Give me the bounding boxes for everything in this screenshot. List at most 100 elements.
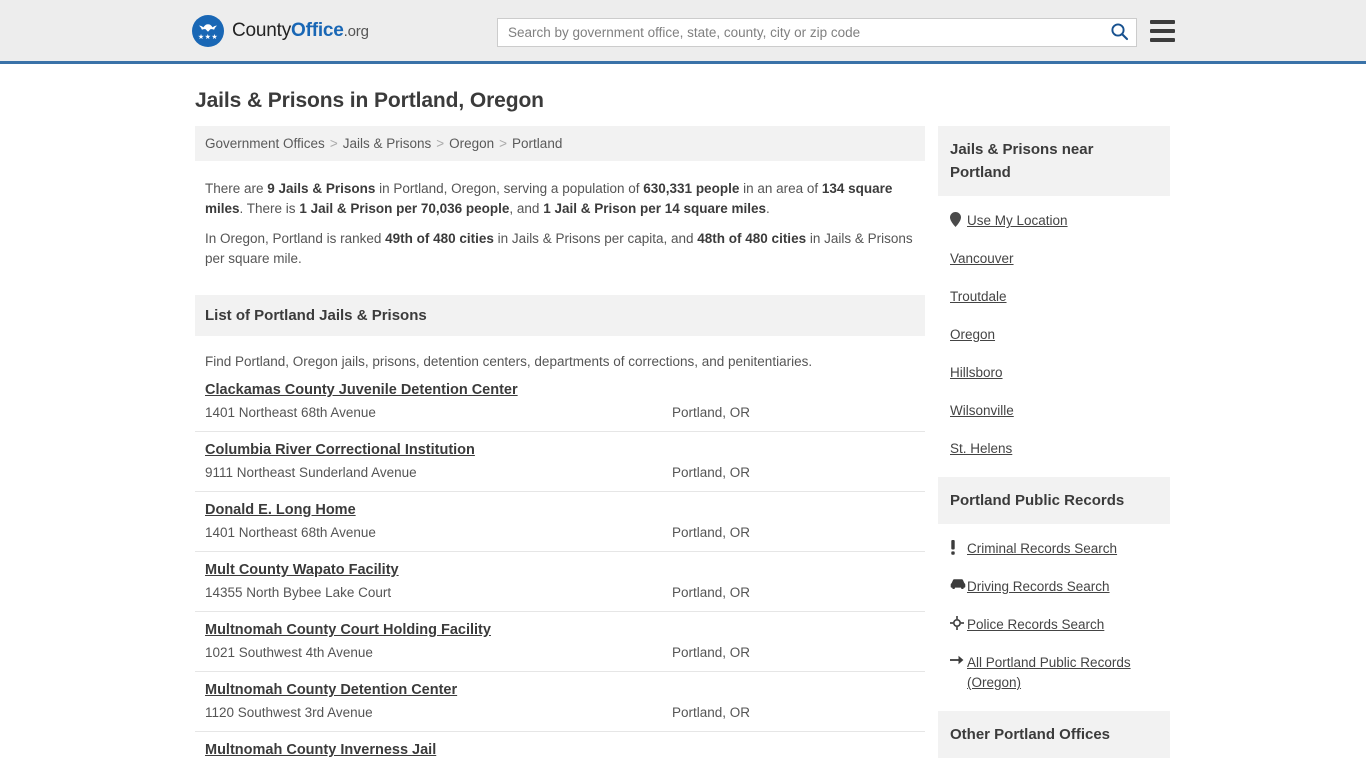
listing-detail-row: 1021 Southwest 4th Avenue Portland, OR: [205, 645, 915, 660]
intro-text-run: There are: [205, 181, 268, 196]
listing-item: Multnomah County Inverness Jail: [195, 732, 925, 768]
sidebar-near-item-link[interactable]: Wilsonville: [950, 392, 1170, 430]
sidebar-near-item-link[interactable]: Troutdale: [950, 278, 1170, 316]
listing-name-link[interactable]: Columbia River Correctional Institution: [205, 442, 475, 458]
breadcrumb-item-1[interactable]: Government Offices: [205, 136, 325, 151]
sidebar-records-item-label: Criminal Records Search: [967, 541, 1118, 556]
listing-detail-row: 1120 Southwest 3rd Avenue Portland, OR: [205, 705, 915, 720]
breadcrumb-item-3[interactable]: Oregon: [449, 136, 494, 151]
listing-name-link[interactable]: Multnomah County Inverness Jail: [205, 742, 436, 758]
breadcrumb-separator: >: [499, 136, 508, 151]
sidebar-records-item-link[interactable]: Driving Records Search: [950, 568, 1170, 606]
listing-address: 1401 Northeast 68th Avenue: [205, 525, 376, 540]
eagle-icon: [198, 23, 218, 33]
listing-item: Multnomah County Court Holding Facility 1…: [195, 612, 925, 672]
sidebar-records-item-link[interactable]: Police Records Search: [950, 606, 1170, 644]
listing-city-state: Portland, OR: [672, 465, 751, 480]
search-bar[interactable]: [497, 18, 1137, 47]
sidebar-near-item-label: Troutdale: [950, 289, 1007, 304]
hamburger-line-1: [1150, 20, 1175, 24]
intro-text-run: , and: [509, 201, 544, 216]
sidebar-records-item-label: Police Records Search: [967, 617, 1105, 632]
sidebar-other-item-link[interactable]: Border Patrol Offices: [950, 764, 1170, 768]
intro-text-run: in Jails & Prisons per capita, and: [493, 231, 698, 246]
two-column-layout: Government Offices > Jails & Prisons > Orego…: [195, 126, 1171, 768]
intro-highlight: 1 Jail & Prison per 70,036 people: [299, 201, 510, 216]
sidebar-records-heading: Portland Public Records: [938, 477, 1170, 524]
page-title: Jails & Prisons in Portland, Oregon: [195, 89, 544, 112]
breadcrumb-item-4[interactable]: Portland: [512, 136, 562, 151]
listing-address: 1021 Southwest 4th Avenue: [205, 645, 373, 660]
breadcrumb-separator: >: [436, 136, 445, 151]
breadcrumb-item-2[interactable]: Jails & Prisons: [343, 136, 432, 151]
breadcrumb-separator: >: [329, 136, 338, 151]
listing-city-state: Portland, OR: [672, 645, 751, 660]
hamburger-line-2: [1150, 29, 1175, 33]
listing-detail-row: 1401 Northeast 68th Avenue Portland, OR: [205, 405, 915, 420]
sidebar-records-item-label: All Portland Public Records (Oregon): [967, 655, 1131, 690]
site-logo[interactable]: ★★★ CountyOffice.org: [192, 14, 369, 47]
listing-address: 1401 Northeast 68th Avenue: [205, 405, 376, 420]
sidebar-other-heading: Other Portland Offices: [938, 711, 1170, 758]
listing-item: Mult County Wapato Facility 14355 North B…: [195, 552, 925, 612]
site-header: ★★★ CountyOffice.org: [0, 0, 1366, 64]
search-icon: [1110, 22, 1129, 44]
listing-name-link[interactable]: Multnomah County Court Holding Facility: [205, 622, 491, 638]
listing-item: Clackamas County Juvenile Detention Cent…: [195, 377, 925, 432]
sidebar-near-item-link[interactable]: St. Helens: [950, 430, 1170, 468]
sidebar-near-item-link[interactable]: Vancouver: [950, 240, 1170, 278]
police-badge-icon: [950, 616, 967, 630]
intro-paragraph-1: There are 9 Jails & Prisons in Portland,…: [205, 179, 915, 219]
countyoffice-eagle-logo-icon: ★★★: [192, 14, 224, 47]
intro-highlight: 48th of 480 cities: [697, 231, 807, 246]
logo-text-office: Office: [291, 19, 344, 41]
arrow-right-icon: [950, 654, 967, 666]
listing-city-state: Portland, OR: [672, 405, 751, 420]
listing-item: Donald E. Long Home 1401 Northeast 68th A…: [195, 492, 925, 552]
sidebar-records-item-link[interactable]: Criminal Records Search: [950, 530, 1170, 568]
sidebar-near-item-label: Use My Location: [967, 213, 1068, 228]
sidebar-records-box: Portland Public Records Criminal Records…: [938, 477, 1170, 706]
sidebar-other-box: Other Portland Offices Border Patrol Off…: [938, 711, 1170, 768]
sidebar: Jails & Prisons near Portland Use My Loc…: [938, 126, 1170, 768]
listing-item: Multnomah County Detention Center 1120 So…: [195, 672, 925, 732]
listing-name-link[interactable]: Multnomah County Detention Center: [205, 682, 457, 698]
main-column: Government Offices > Jails & Prisons > Orego…: [195, 126, 925, 768]
intro-highlight: 630,331 people: [643, 181, 740, 196]
sidebar-near-item-label: Oregon: [950, 327, 996, 342]
sidebar-records-links: Criminal Records Search Driving Records S…: [938, 524, 1170, 706]
listing-name-link[interactable]: Mult County Wapato Facility: [205, 562, 399, 578]
hamburger-menu-button[interactable]: [1150, 20, 1175, 42]
sidebar-near-item-link[interactable]: Hillsboro: [950, 354, 1170, 392]
map-pin-icon: [950, 212, 967, 227]
listing-detail-row: 14355 North Bybee Lake Court Portland, OR: [205, 585, 915, 600]
intro-highlight: 1 Jail & Prison per 14 square miles: [543, 201, 767, 216]
sidebar-records-item-link[interactable]: All Portland Public Records (Oregon): [950, 644, 1170, 702]
logo-text-org: .org: [343, 22, 369, 40]
listing-name-link[interactable]: Clackamas County Juvenile Detention Cent…: [205, 382, 518, 398]
listing-address: 1120 Southwest 3rd Avenue: [205, 705, 373, 720]
content-container: Jails & Prisons in Portland, Oregon Gove…: [195, 89, 1171, 768]
listing-address: 14355 North Bybee Lake Court: [205, 585, 392, 600]
sidebar-near-item-link[interactable]: Use My Location: [950, 202, 1170, 240]
search-button[interactable]: [1102, 19, 1136, 46]
intro-highlight: 49th of 480 cities: [385, 231, 494, 246]
list-section-heading: List of Portland Jails & Prisons: [195, 295, 925, 336]
listing-detail-row: 9111 Northeast Sunderland Avenue Portland…: [205, 465, 915, 480]
listing-name-link[interactable]: Donald E. Long Home: [205, 502, 356, 518]
listings-container: Clackamas County Juvenile Detention Cent…: [195, 377, 925, 768]
intro-text-run: . There is: [239, 201, 300, 216]
listing-city-state: Portland, OR: [672, 525, 751, 540]
sidebar-near-item-label: Wilsonville: [950, 403, 1014, 418]
sidebar-near-item-label: Hillsboro: [950, 365, 1003, 380]
intro-highlight: 9 Jails & Prisons: [267, 181, 376, 196]
intro-text-run: in an area of: [739, 181, 822, 196]
sidebar-near-item-link[interactable]: Oregon: [950, 316, 1170, 354]
logo-wordmark: CountyOffice.org: [232, 20, 369, 42]
listing-detail-row: 1401 Northeast 68th Avenue Portland, OR: [205, 525, 915, 540]
car-icon: [950, 578, 967, 589]
search-input[interactable]: [498, 19, 1102, 46]
sidebar-near-links: Use My Location Vancouver Troutdale Oregon H…: [938, 196, 1170, 472]
sidebar-records-item-label: Driving Records Search: [967, 579, 1110, 594]
intro-text-run: .: [766, 201, 770, 216]
